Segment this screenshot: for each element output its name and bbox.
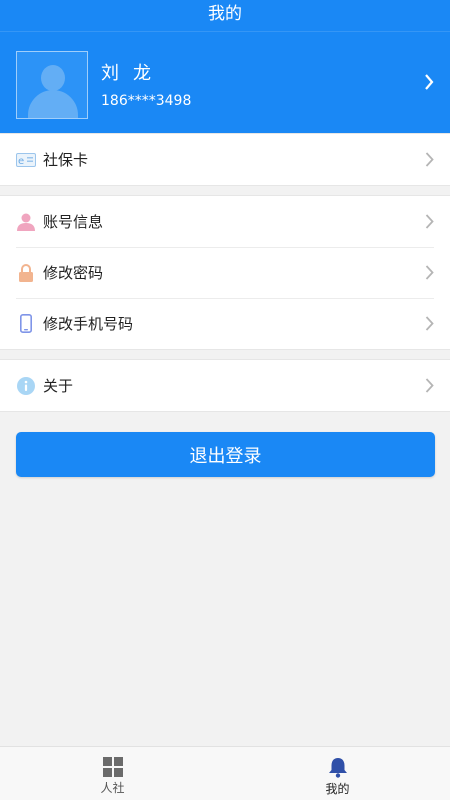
profile-phone: 186****3498 — [101, 93, 192, 109]
menu-item-label: 账号信息 — [43, 213, 104, 231]
user-icon — [16, 212, 36, 232]
svg-text:e: e — [18, 156, 24, 167]
menu-group-social-card: e 社保卡 — [0, 133, 450, 186]
card-icon: e — [16, 150, 36, 170]
chevron-right-icon — [425, 74, 434, 90]
page-title: 我的 — [0, 0, 450, 32]
menu-item-account-info[interactable]: 账号信息 — [0, 196, 450, 247]
menu-item-label: 修改手机号码 — [43, 315, 134, 333]
chevron-right-icon — [425, 378, 434, 393]
phone-icon — [16, 314, 36, 334]
menu-group-about: 关于 — [0, 359, 450, 412]
avatar — [16, 51, 88, 119]
tab-me[interactable]: 我的 — [225, 747, 450, 800]
menu-item-social-card[interactable]: e 社保卡 — [0, 134, 450, 185]
chevron-right-icon — [425, 265, 434, 280]
chevron-right-icon — [425, 152, 434, 167]
tab-label: 我的 — [325, 782, 350, 796]
menu-item-change-password[interactable]: 修改密码 — [0, 247, 450, 298]
bell-icon — [328, 758, 347, 778]
menu-item-about[interactable]: 关于 — [0, 360, 450, 411]
header: 我的 刘龙 186****3498 — [0, 0, 450, 133]
logout-button[interactable]: 退出登录 — [16, 432, 435, 477]
menu-item-change-phone[interactable]: 修改手机号码 — [0, 298, 450, 349]
profile-card[interactable]: 刘龙 186****3498 — [0, 38, 450, 132]
menu-item-label: 修改密码 — [43, 264, 104, 282]
chevron-right-icon — [425, 214, 434, 229]
menu-item-label: 社保卡 — [43, 151, 89, 169]
tab-home[interactable]: 人社 — [0, 747, 225, 800]
tab-bar: 人社 我的 — [0, 746, 450, 800]
tab-label: 人社 — [100, 781, 125, 795]
lock-icon — [16, 263, 36, 283]
grid-icon — [102, 757, 123, 777]
menu-group-account: 账号信息 修改密码 修改手机号码 — [0, 195, 450, 350]
menu-item-label: 关于 — [43, 377, 74, 395]
chevron-right-icon — [425, 316, 434, 331]
profile-name: 刘龙 — [101, 63, 165, 84]
info-icon — [16, 376, 36, 396]
